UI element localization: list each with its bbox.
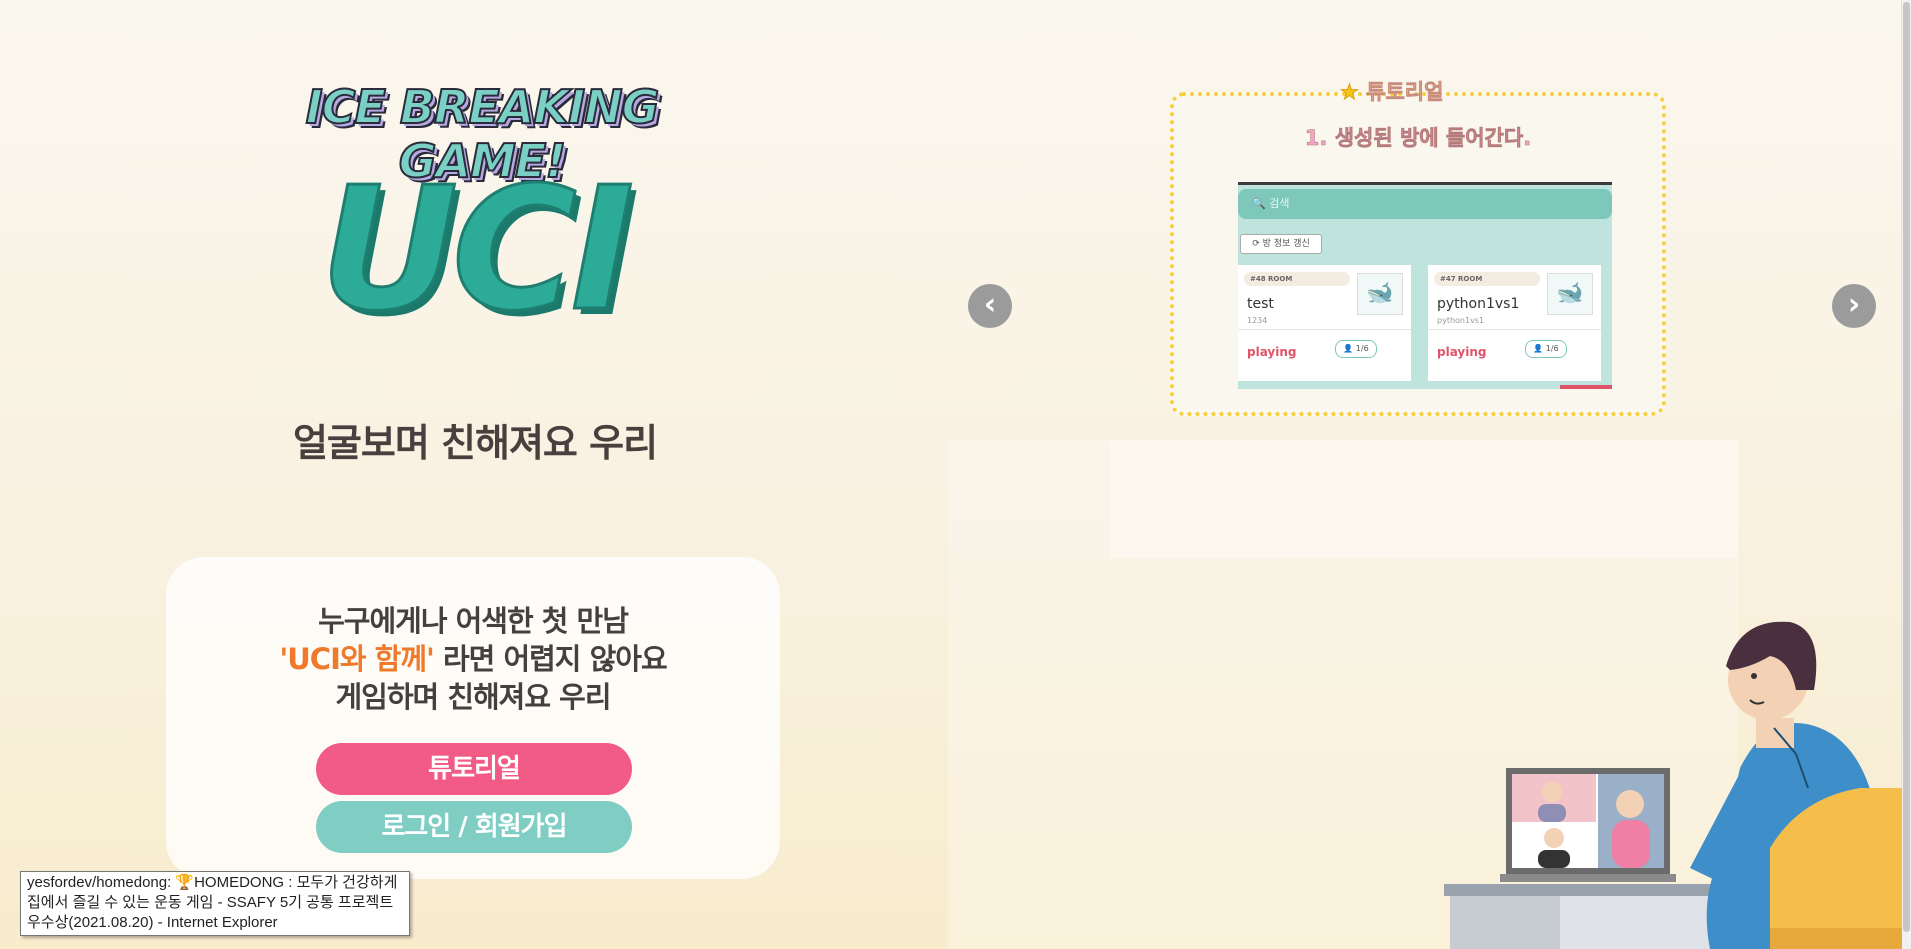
login-signup-button[interactable]: 로그인 / 회원가입 bbox=[316, 801, 632, 853]
slide-title-text: 튜토리얼 bbox=[1366, 80, 1444, 105]
room-name: test bbox=[1247, 296, 1274, 312]
chevron-right-icon: › bbox=[1847, 287, 1861, 322]
carousel-prev-button[interactable]: ‹ bbox=[968, 284, 1012, 328]
whale-icon: 🐋 bbox=[1357, 273, 1403, 315]
intro-line-1: 누구에게나 어색한 첫 만남 bbox=[318, 604, 629, 638]
room-tag: #47 ROOM bbox=[1434, 272, 1540, 286]
chevron-left-icon: ‹ bbox=[983, 287, 997, 322]
screenshot-search-bar: 🔍 검색 bbox=[1238, 189, 1612, 219]
intro-accent: 'UCI와 함께' bbox=[279, 642, 435, 676]
intro-card: 누구에게나 어색한 첫 만남 'UCI와 함께' 라면 어렵지 않아요 게임하며… bbox=[166, 557, 780, 879]
screenshot-room-card: #48 ROOM test 1234 🐋 playing 👤 1/6 bbox=[1238, 265, 1411, 381]
browser-tooltip: yesfordev/homedong: 🏆HOMEDONG : 모두가 건강하게… bbox=[20, 871, 410, 936]
tutorial-button[interactable]: 튜토리얼 bbox=[316, 743, 632, 795]
room-divider bbox=[1238, 329, 1411, 330]
intro-line-2-rest: 라면 어렵지 않아요 bbox=[433, 642, 668, 676]
brand-logo: UCI bbox=[319, 151, 636, 349]
room-status: playing bbox=[1437, 345, 1487, 359]
slide-step: 1. 생성된 방에 들어간다. bbox=[1304, 126, 1532, 151]
room-count: 👤 1/6 bbox=[1525, 340, 1567, 358]
intro-line-2: 'UCI와 함께' 라면 어렵지 않아요 bbox=[166, 636, 780, 678]
hero-tagline: 얼굴보며 친해져요 우리 bbox=[292, 421, 658, 465]
slide-title: ★ 튜토리얼 bbox=[1340, 76, 1510, 106]
room-tag: #48 ROOM bbox=[1244, 272, 1350, 286]
screenshot-search-placeholder: 🔍 검색 bbox=[1252, 197, 1290, 210]
screenshot-refresh-button: ⟳ 방 정보 갱신 bbox=[1240, 234, 1322, 254]
room-count: 👤 1/6 bbox=[1335, 340, 1377, 358]
star-icon: ★ bbox=[1340, 80, 1360, 105]
room-divider bbox=[1428, 329, 1601, 330]
screenshot-pink-bar bbox=[1560, 385, 1612, 389]
intro-line-3: 게임하며 친해져요 우리 bbox=[335, 680, 612, 714]
scrollbar-thumb[interactable] bbox=[1903, 2, 1910, 932]
room-sub: 1234 bbox=[1247, 316, 1268, 325]
carousel-backdrop-panel bbox=[1110, 440, 1738, 558]
video-call-illustration bbox=[1444, 621, 1902, 949]
carousel-next-button[interactable]: › bbox=[1832, 284, 1876, 328]
room-status: playing bbox=[1247, 345, 1297, 359]
room-sub: python1vs1 bbox=[1437, 316, 1485, 325]
window-scrollbar[interactable] bbox=[1901, 0, 1911, 949]
screenshot-room-card: #47 ROOM python1vs1 python1vs1 🐋 playing… bbox=[1428, 265, 1601, 381]
whale-icon: 🐋 bbox=[1547, 273, 1593, 315]
room-name: python1vs1 bbox=[1437, 296, 1520, 312]
slide-screenshot: 🔍 검색 ⟳ 방 정보 갱신 #48 ROOM test 1234 🐋 play… bbox=[1238, 182, 1612, 389]
